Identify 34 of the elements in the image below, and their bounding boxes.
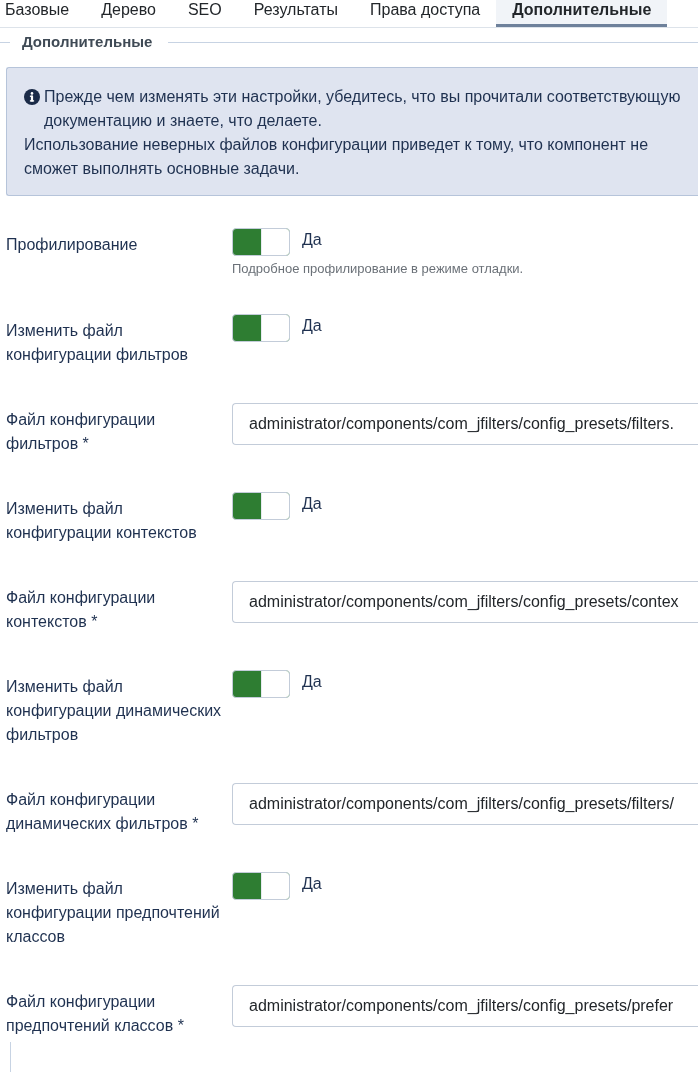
help-text: Подробное профилирование в режиме отладки. [232,260,524,278]
field-label: Файл конфигурации динамических фильтров * [6,790,200,834]
toggle-switch[interactable] [232,492,290,520]
field-label: Изменить файл конфигурации фильтров [6,321,190,365]
toggle-switch[interactable] [232,314,290,342]
tab[interactable]: Базовые [0,0,86,27]
toggle-state-label: Да [302,494,322,514]
toggle-state-label: Да [302,874,322,894]
text-field[interactable]: administrator/components/com_jfilters/config_presets/prefer [232,985,698,1027]
alert-text: Использование неверных файлов конфигурации приведет к тому, что компонент не сможет выполнять основные задачи. [24,135,650,179]
toggle-state-label: Да [302,672,322,692]
field-label: Изменить файл конфигурации динамических фильтров [6,677,223,745]
toggle-switch[interactable] [232,670,290,698]
toggle-state-label: Да [302,316,322,336]
text-field[interactable]: administrator/components/com_jfilters/config_presets/filters. [232,403,698,445]
tab[interactable]: Результаты [237,0,354,27]
text-field[interactable]: administrator/components/com_jfilters/config_presets/contex [232,581,698,623]
field-label: Профилирование [6,235,139,255]
field-label: Изменить файл конфигурации контекстов [6,499,198,543]
info-icon [24,89,40,105]
text-field[interactable]: administrator/components/com_jfilters/config_presets/filters/ [232,783,698,825]
tab[interactable]: SEO [171,0,238,27]
field-label: Файл конфигурации предпочтений классов * [6,992,185,1036]
toggle-switch[interactable] [232,872,290,900]
toggle-switch[interactable] [232,228,290,256]
tab[interactable]: Права доступа [354,0,497,27]
field-label: Файл конфигурации фильтров * [6,410,157,454]
tab[interactable]: Дерево [85,0,172,27]
field-label: Изменить файл конфигурации предпочтений классов [6,879,221,947]
toggle-state-label: Да [302,230,322,250]
tab[interactable]: Дополнительные [496,0,668,27]
fieldset-legend: Дополнительные [10,31,169,53]
alert-text: Прежде чем изменять эти настройки, убедитесь, что вы прочитали соответствующую документацию и знаете, что делаете. [44,87,682,131]
field-label: Файл конфигурации контекстов * [6,588,157,632]
